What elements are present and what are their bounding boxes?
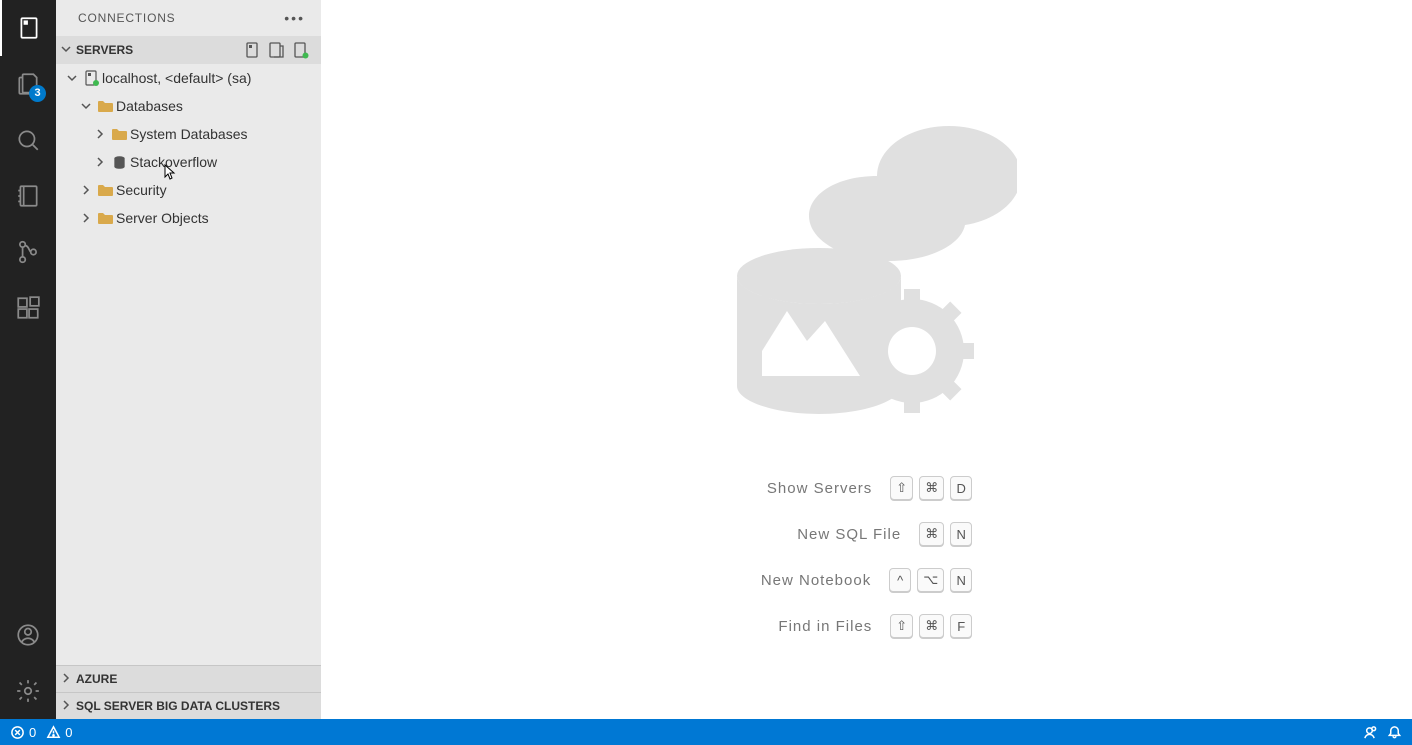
new-connection-icon[interactable] [241, 38, 265, 62]
shortcut-row: Show Servers ⇧⌘D [761, 476, 972, 500]
new-group-icon[interactable] [265, 38, 289, 62]
section-servers-label: SERVERS [76, 43, 133, 57]
tree-server[interactable]: localhost, <default> (sa) [56, 64, 321, 92]
chevron-right-icon [92, 156, 108, 168]
folder-icon [94, 211, 116, 225]
shortcut-keys: ⌘N [919, 522, 972, 546]
activity-notebooks[interactable] [0, 168, 56, 224]
status-bell-icon[interactable] [1387, 725, 1402, 740]
shortcut-row: New SQL File ⌘N [761, 522, 972, 546]
server-icon [80, 70, 102, 86]
keycap: ⌥ [917, 568, 944, 592]
database-icon [108, 155, 130, 170]
tree-security-label: Security [116, 182, 167, 198]
servers-tree: localhost, <default> (sa) Databases Syst… [56, 64, 321, 665]
shortcut-label: Show Servers [767, 480, 872, 497]
chevron-right-icon [78, 212, 94, 224]
shortcut-keys: ^⌥N [889, 568, 972, 592]
keycap: ⇧ [890, 614, 913, 638]
section-bigdata-label: SQL SERVER BIG DATA CLUSTERS [76, 699, 280, 713]
activity-connections[interactable] [0, 0, 56, 56]
folder-icon [94, 99, 116, 113]
shortcut-row: Find in Files ⇧⌘F [761, 614, 972, 638]
keycap: ⌘ [919, 614, 944, 638]
activity-bar: 3 [0, 0, 56, 719]
keycap: ⇧ [890, 476, 913, 500]
tree-security[interactable]: Security [56, 176, 321, 204]
status-bar: 0 0 [0, 719, 1412, 745]
keycap: ⌘ [919, 522, 944, 546]
chevron-down-icon [60, 43, 72, 58]
panel-more-icon[interactable]: ••• [284, 10, 305, 26]
folder-icon [94, 183, 116, 197]
shortcut-label: New SQL File [797, 526, 901, 543]
editor-area: Show Servers⇧⌘DNew SQL File⌘NNew Noteboo… [321, 0, 1412, 719]
chevron-down-icon [64, 72, 80, 84]
activity-extensions[interactable] [0, 280, 56, 336]
keycap: ^ [889, 568, 911, 592]
tree-serverobjects-label: Server Objects [116, 210, 209, 226]
tree-databases-label: Databases [116, 98, 183, 114]
activity-search[interactable] [0, 112, 56, 168]
shortcut-label: Find in Files [778, 618, 872, 635]
activity-source-control[interactable] [0, 224, 56, 280]
status-feedback-icon[interactable] [1362, 725, 1377, 740]
section-azure-label: AZURE [76, 672, 117, 686]
status-warnings-count: 0 [65, 725, 72, 740]
welcome-shortcuts: Show Servers⇧⌘DNew SQL File⌘NNew Noteboo… [761, 476, 972, 638]
panel-title-row: CONNECTIONS ••• [56, 0, 321, 36]
shortcut-row: New Notebook ^⌥N [761, 568, 972, 592]
tree-server-objects[interactable]: Server Objects [56, 204, 321, 232]
section-azure[interactable]: AZURE [56, 665, 321, 692]
shortcut-label: New Notebook [761, 572, 871, 589]
tree-systemdb-label: System Databases [130, 126, 248, 142]
section-bigdata[interactable]: SQL SERVER BIG DATA CLUSTERS [56, 692, 321, 719]
keycap: N [950, 522, 972, 546]
shortcut-keys: ⇧⌘F [890, 614, 972, 638]
explorer-badge: 3 [29, 85, 46, 102]
chevron-right-icon [78, 184, 94, 196]
section-servers[interactable]: SERVERS [56, 36, 321, 64]
welcome-logo [717, 81, 1017, 421]
chevron-right-icon [60, 672, 72, 687]
status-errors[interactable]: 0 [10, 725, 36, 740]
connections-panel: CONNECTIONS ••• SERVERS localhost, <defa… [56, 0, 321, 719]
keycap: F [950, 614, 972, 638]
folder-icon [108, 127, 130, 141]
tree-stackoverflow-label: Stackoverflow [130, 154, 217, 170]
shortcut-keys: ⇧⌘D [890, 476, 972, 500]
chevron-down-icon [78, 100, 94, 112]
activity-explorer[interactable]: 3 [0, 56, 56, 112]
status-errors-count: 0 [29, 725, 36, 740]
keycap: D [950, 476, 972, 500]
chevron-right-icon [92, 128, 108, 140]
keycap: ⌘ [919, 476, 944, 500]
panel-title: CONNECTIONS [78, 11, 175, 25]
chevron-right-icon [60, 699, 72, 714]
keycap: N [950, 568, 972, 592]
tree-stackoverflow[interactable]: Stackoverflow [56, 148, 321, 176]
active-connections-icon[interactable] [289, 38, 313, 62]
activity-account[interactable] [0, 607, 56, 663]
tree-databases[interactable]: Databases [56, 92, 321, 120]
tree-system-databases[interactable]: System Databases [56, 120, 321, 148]
activity-settings[interactable] [0, 663, 56, 719]
tree-server-label: localhost, <default> (sa) [102, 70, 251, 86]
status-warnings[interactable]: 0 [46, 725, 72, 740]
